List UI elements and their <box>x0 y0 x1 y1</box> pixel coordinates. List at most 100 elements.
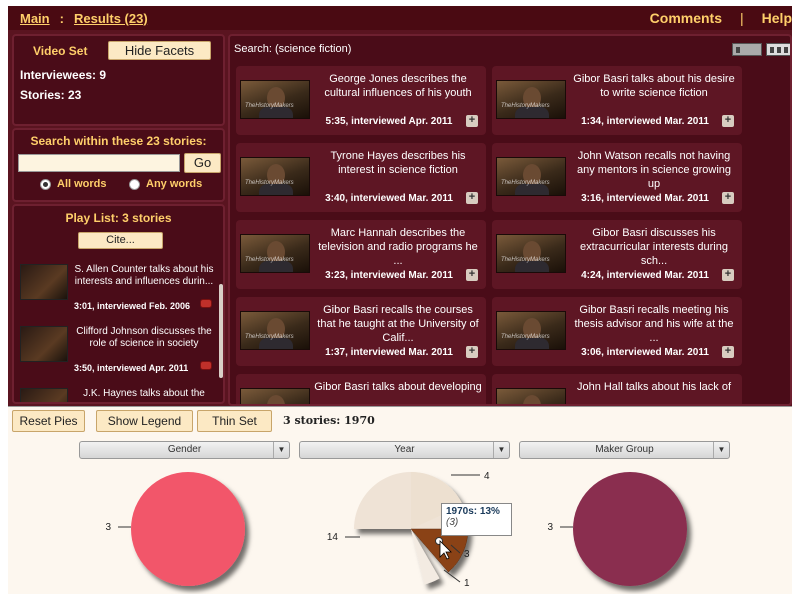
playlist-title: Play List: 3 stories <box>65 211 172 225</box>
story-meta: 1:34, interviewed Mar. 2011 <box>581 116 709 127</box>
comments-link[interactable]: Comments <box>650 10 722 26</box>
add-to-playlist-icon[interactable]: + <box>466 269 478 281</box>
playlist-item-title[interactable]: S. Allen Counter talks about his interes… <box>74 264 214 288</box>
search-within-title: Search within these 23 stories: <box>30 134 207 148</box>
nav-main-link[interactable]: Main <box>20 11 50 26</box>
playlist-item-meta: 3:01, interviewed Feb. 2006 <box>74 301 191 311</box>
story-title[interactable]: Gibor Basri talks about his desire to wr… <box>570 72 738 100</box>
results-panel: Search: (science fiction) TheHistoryMake… <box>228 34 792 406</box>
story-thumbnail[interactable]: TheHistoryMakers <box>240 234 310 273</box>
story-card[interactable]: TheHistoryMakers Marc Hannah describes th… <box>236 220 486 289</box>
all-words-radio[interactable]: All words <box>40 178 107 190</box>
story-thumbnail[interactable]: TheHistoryMakers <box>496 157 566 196</box>
playlist-thumbnail[interactable] <box>20 326 68 362</box>
pie-tooltip: 1970s: 13% (3) <box>441 503 512 536</box>
list-view-icon[interactable] <box>732 43 762 56</box>
pie-facets-area: Reset Pies Show Legend Thin Set 3 storie… <box>8 406 792 594</box>
all-words-label: All words <box>57 178 107 190</box>
person-face <box>267 395 285 404</box>
grid-view-icon[interactable] <box>766 43 790 56</box>
help-link[interactable]: Help <box>762 10 792 26</box>
remove-icon[interactable] <box>200 361 212 370</box>
add-to-playlist-icon[interactable]: + <box>722 346 734 358</box>
story-card[interactable]: TheHistoryMakers John Hall talks about hi… <box>492 374 742 404</box>
watermark-text: TheHistoryMakers <box>245 257 294 263</box>
watermark-text: TheHistoryMakers <box>501 334 550 340</box>
playlist-thumbnail[interactable] <box>20 264 68 300</box>
story-card[interactable]: TheHistoryMakers Gibor Basri recalls the … <box>236 297 486 366</box>
story-title[interactable]: Gibor Basri talks about developing <box>314 380 482 394</box>
cite-button[interactable]: Cite... <box>78 232 163 249</box>
year-pie-label: 1 <box>464 578 470 589</box>
interviewees-count: Interviewees: 9 <box>20 68 107 82</box>
add-to-playlist-icon[interactable]: + <box>466 115 478 127</box>
story-title[interactable]: Marc Hannah describes the television and… <box>314 226 482 268</box>
maker-group-pie-label: 3 <box>547 522 553 533</box>
pie-charts: 3 3 14 4 3 1 <box>105 471 687 589</box>
story-meta: 3:16, interviewed Mar. 2011 <box>581 193 709 204</box>
add-to-playlist-icon[interactable]: + <box>722 115 734 127</box>
playlist-item-title[interactable]: J.K. Haynes talks about the <box>74 388 214 400</box>
any-words-label: Any words <box>146 178 203 190</box>
story-meta: 5:35, interviewed Apr. 2011 <box>325 116 453 127</box>
watermark-text: TheHistoryMakers <box>245 180 294 186</box>
story-thumbnail[interactable]: TheHistoryMakers <box>496 234 566 273</box>
story-thumbnail[interactable]: TheHistoryMakers <box>240 157 310 196</box>
go-button[interactable]: Go <box>184 153 221 173</box>
story-title[interactable]: Gibor Basri recalls meeting his thesis a… <box>570 303 738 345</box>
story-title[interactable]: Gibor Basri recalls the courses that he … <box>314 303 482 345</box>
nav-divider: | <box>740 10 744 26</box>
story-thumbnail[interactable]: TheHistoryMakers <box>496 311 566 350</box>
story-card[interactable]: TheHistoryMakers John Watson recalls not … <box>492 143 742 212</box>
watermark-text: TheHistoryMakers <box>501 180 550 186</box>
add-to-playlist-icon[interactable]: + <box>722 192 734 204</box>
nav-results-link[interactable]: Results (23) <box>74 11 148 26</box>
search-within-input[interactable] <box>18 154 180 172</box>
any-words-radio[interactable]: Any words <box>129 178 202 190</box>
playlist-item-meta: 3:50, interviewed Apr. 2011 <box>74 363 189 373</box>
story-card[interactable]: TheHistoryMakers Gibor Basri talks about … <box>492 66 742 135</box>
watermark-text: TheHistoryMakers <box>245 334 294 340</box>
story-title[interactable]: Gibor Basri discusses his extracurricula… <box>570 226 738 268</box>
story-title[interactable]: John Watson recalls not having any mento… <box>570 149 738 191</box>
story-title[interactable]: George Jones describes the cultural infl… <box>314 72 482 100</box>
story-meta: 3:23, interviewed Mar. 2011 <box>325 270 453 281</box>
story-title[interactable]: John Hall talks about his lack of <box>570 380 738 394</box>
watermark-text: TheHistoryMakers <box>501 103 550 109</box>
app-root: Main : Results (23) Comments | Help Vide… <box>0 0 792 594</box>
playlist-thumbnail[interactable] <box>20 388 68 402</box>
maker-group-pie-slice[interactable] <box>573 472 687 586</box>
playlist-scrollbar[interactable] <box>219 284 223 378</box>
gender-pie-label: 3 <box>105 522 111 533</box>
story-title[interactable]: Tyrone Hayes describes his interest in s… <box>314 149 482 177</box>
playlist-item-title[interactable]: Clifford Johnson discusses the role of s… <box>74 326 214 350</box>
nav-separator: : <box>59 10 64 26</box>
nav-right-group: Comments | Help <box>650 6 792 30</box>
leader-line <box>443 569 461 583</box>
story-card[interactable]: TheHistoryMakers Gibor Basri discusses hi… <box>492 220 742 289</box>
story-thumbnail[interactable]: TheHistoryMakers <box>496 388 566 404</box>
top-nav-bar: Main : Results (23) Comments | Help <box>8 6 792 30</box>
story-thumbnail[interactable]: TheHistoryMakers <box>240 388 310 404</box>
search-within-panel: Search within these 23 stories: Go All w… <box>12 128 225 202</box>
year-pie-label: 4 <box>484 471 490 482</box>
gender-pie-slice[interactable] <box>131 472 245 586</box>
radio-unselected-icon <box>129 178 140 190</box>
story-meta: 3:40, interviewed Mar. 2011 <box>325 193 453 204</box>
story-thumbnail[interactable]: TheHistoryMakers <box>240 311 310 350</box>
story-thumbnail[interactable]: TheHistoryMakers <box>496 80 566 119</box>
hide-facets-button[interactable]: Hide Facets <box>108 41 211 60</box>
search-query-label: Search: (science fiction) <box>234 43 352 55</box>
story-meta: 4:24, interviewed Mar. 2011 <box>581 270 709 281</box>
story-card[interactable]: TheHistoryMakers Tyrone Hayes describes h… <box>236 143 486 212</box>
story-thumbnail[interactable]: TheHistoryMakers <box>240 80 310 119</box>
tooltip-title: 1970s: 13% <box>446 506 500 517</box>
remove-icon[interactable] <box>200 299 212 308</box>
story-card[interactable]: TheHistoryMakers George Jones describes t… <box>236 66 486 135</box>
add-to-playlist-icon[interactable]: + <box>466 192 478 204</box>
story-card[interactable]: TheHistoryMakers Gibor Basri recalls meet… <box>492 297 742 366</box>
story-card[interactable]: TheHistoryMakers Gibor Basri talks about … <box>236 374 486 404</box>
add-to-playlist-icon[interactable]: + <box>466 346 478 358</box>
view-toggle <box>732 43 790 56</box>
add-to-playlist-icon[interactable]: + <box>722 269 734 281</box>
